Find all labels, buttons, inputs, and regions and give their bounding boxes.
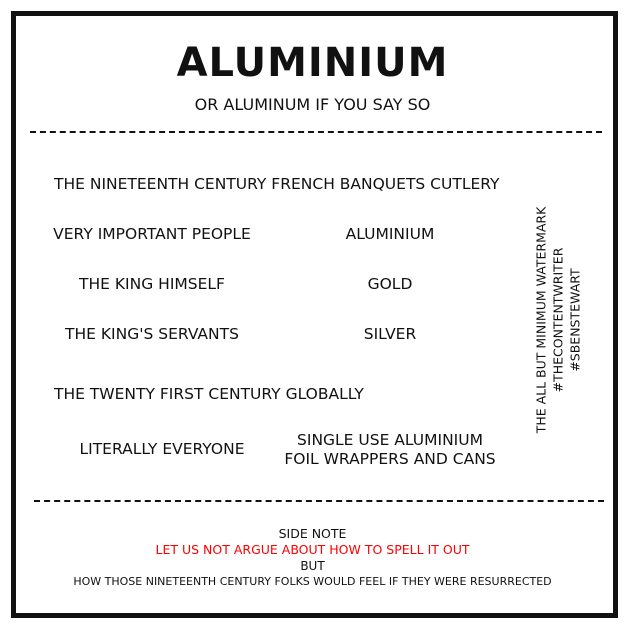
side-note-label: SIDE NOTE [278,526,347,541]
side-note-closing: HOW THOSE NINETEENTH CENTURY FOLKS WOULD… [73,575,552,588]
top-dashed-divider [30,131,602,133]
section-heading-twenty-first-century: THE TWENTY FIRST CENTURY GLOBALLY [54,385,364,403]
row-what-silver: SILVER [363,325,417,343]
row-who-king: THE KING HIMSELF [79,275,225,293]
row-who-everyone: LITERALLY EVERYONE [79,440,245,458]
section-heading-nineteenth-century: THE NINETEENTH CENTURY FRENCH BANQUETS C… [54,175,500,193]
page-title: ALUMINIUM [176,40,449,86]
page-subtitle: OR ALUMINUM IF YOU SAY SO [194,95,431,114]
bottom-dashed-divider [34,500,604,502]
vertical-watermark: THE ALL BUT MINIMUM WATERMARK #THECONTEN… [533,200,584,440]
watermark-line1: THE ALL BUT MINIMUM WATERMARK [533,206,549,434]
row-what-gold: GOLD [367,275,413,293]
side-note-highlight: LET US NOT ARGUE ABOUT HOW TO SPELL IT O… [155,542,470,557]
side-note-but: BUT [300,559,325,573]
row-what-aluminium: ALUMINIUM [345,225,435,243]
watermark-line2: #THECONTENTWRITER #SBENSTEWART [550,247,583,393]
row-what-foil-line2: FOIL WRAPPERS AND CANS [284,450,496,468]
row-what-foil-line1: SINGLE USE ALUMINIUM [297,431,483,449]
row-who-servants: THE KING'S SERVANTS [65,325,239,343]
row-who-vip: VERY IMPORTANT PEOPLE [53,225,251,243]
